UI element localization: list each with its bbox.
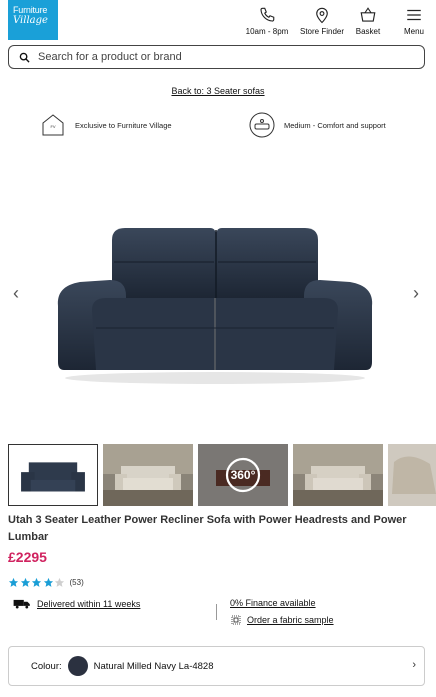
review-count: (53) [69,577,84,587]
fabric-sample-label: Order a fabric sample [247,615,334,625]
phone-icon [260,7,275,22]
house-icon: FV [42,114,64,136]
room-scene-image [103,444,193,506]
star-filled-icon [20,577,30,587]
brand-logo[interactable]: Furniture Village [8,0,58,40]
sofa-thumbnail-image [9,445,97,505]
detail-image [388,444,436,506]
product-rating[interactable]: (53) [8,576,84,588]
basket-icon [360,7,376,22]
colour-label: Colour: [31,660,62,672]
menu-button[interactable]: Menu [402,6,426,40]
product-main-image[interactable] [50,218,380,388]
gallery-prev-button[interactable]: ‹ [8,283,24,304]
menu-label: Menu [403,27,424,36]
star-empty-icon [54,577,65,587]
star-filled-icon [8,577,19,587]
phone-hours-label: 10am - 8pm [245,27,289,36]
chevron-left-icon: ‹ [13,283,19,303]
product-title: Utah 3 Seater Leather Power Recliner Sof… [8,514,407,543]
gallery-next-button[interactable]: › [408,283,424,304]
back-to-category-link[interactable]: Back to: 3 Seater sofas [0,86,436,96]
gallery-thumbnails: 360° [8,444,436,508]
chevron-right-icon: › [413,283,419,303]
chevron-right-icon: › [412,659,416,671]
site-header: Furniture Village 10am - 8pm Store Finde… [0,0,436,42]
feature-exclusive-label: Exclusive to Furniture Village [75,120,172,130]
thumbnail-4[interactable] [293,444,383,506]
hamburger-icon [407,9,421,21]
feature-comfort: Medium - Comfort and support [249,112,386,138]
fabric-sample-link[interactable]: Order a fabric sample [230,614,334,626]
thumbnail-2[interactable] [103,444,193,506]
search-icon [19,52,30,63]
finance-label: 0% Finance available [230,598,316,608]
comfort-cushion-icon [249,112,275,138]
info-divider [216,604,217,620]
thumbnail-360[interactable]: 360° [198,444,288,506]
thumbnail-5[interactable] [388,444,436,506]
search-input[interactable] [38,51,398,63]
colour-value: Natural Milled Navy La-4828 [93,660,214,672]
delivery-info[interactable]: Delivered within 11 weeks [13,598,140,609]
brand-logo-line2: Village [13,15,48,26]
feature-comfort-label: Medium - Comfort and support [284,120,386,130]
delivery-truck-icon [13,599,30,609]
colour-selector[interactable]: Colour: Natural Milled Navy La-4828 › [8,646,425,686]
product-price: £2295 [8,549,47,565]
phone-nav-button[interactable]: 10am - 8pm [244,6,290,40]
location-pin-icon [316,7,328,24]
store-finder-button[interactable]: Store Finder [298,6,346,40]
basket-label: Basket [355,27,381,36]
star-rating [8,577,66,588]
star-filled-icon [31,577,42,587]
feature-exclusive: FV Exclusive to Furniture Village [40,112,172,138]
colour-swatch [67,656,88,676]
search-bar[interactable] [8,45,425,69]
finance-link[interactable]: 0% Finance available [230,598,316,608]
product-gallery: ‹ › [0,150,436,440]
store-finder-label: Store Finder [299,27,345,36]
basket-button[interactable]: Basket [354,6,382,40]
brand-logo-line1: Furniture [13,5,48,15]
thumbnail-1[interactable] [8,444,98,506]
room-scene-image [293,444,383,506]
fabric-swatch-icon [231,615,241,625]
rotate-360-icon: 360° [198,444,288,506]
star-filled-icon [43,577,53,587]
delivery-label: Delivered within 11 weeks [37,598,141,609]
svg-text:FV: FV [50,124,55,129]
svg-text:360°: 360° [231,468,256,482]
